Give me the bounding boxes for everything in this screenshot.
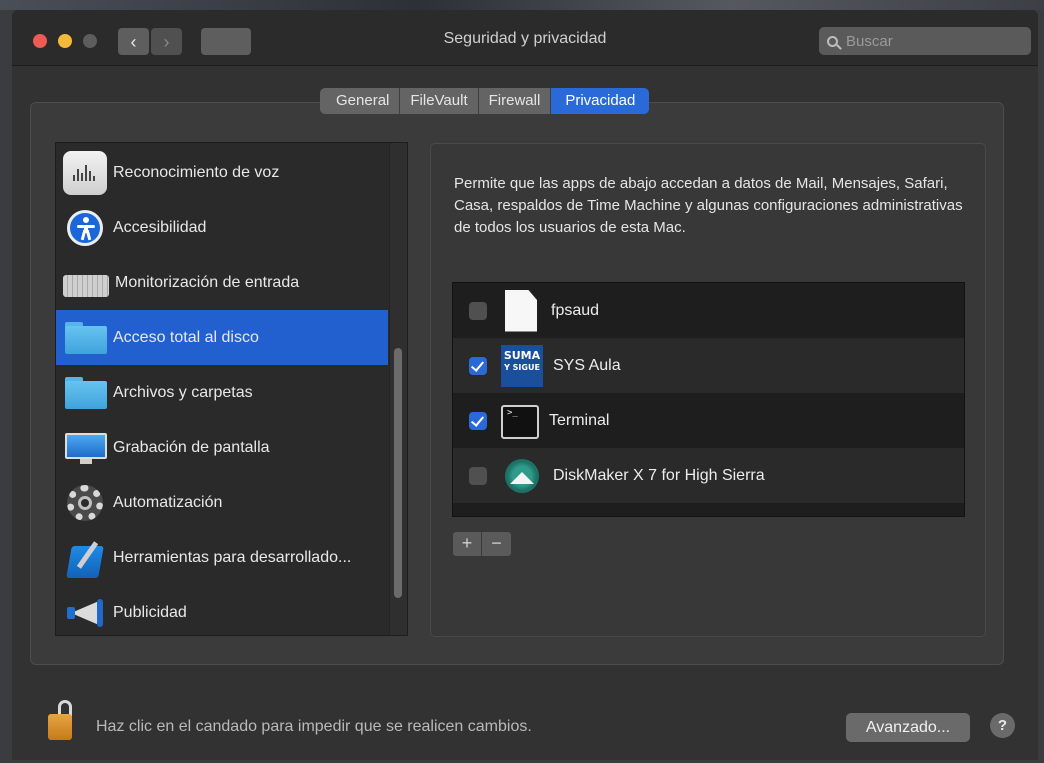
sidebar-item-label: Archivos y carpetas xyxy=(113,383,253,401)
add-remove-controls: + − xyxy=(453,532,511,556)
sidebar-item-label: Accesibilidad xyxy=(113,218,207,236)
search-icon xyxy=(827,35,838,47)
app-checkbox[interactable] xyxy=(469,466,487,485)
advanced-button[interactable]: Avanzado... xyxy=(846,713,970,742)
title-bar: ‹ › Seguridad y privacidad Buscar xyxy=(12,10,1038,66)
sidebar-item-label: Publicidad xyxy=(113,603,187,621)
help-button[interactable]: ? xyxy=(990,713,1015,738)
list-item[interactable]: DiskMaker X 7 for High Sierra xyxy=(453,448,964,503)
suma-icon-text: SUMA xyxy=(503,348,541,362)
add-app-button[interactable]: + xyxy=(453,532,482,556)
suma-icon-subtext: Y SIGUE xyxy=(504,362,540,372)
app-name: DiskMaker X 7 for High Sierra xyxy=(553,466,765,484)
app-name: Terminal xyxy=(549,411,610,429)
terminal-icon: >_ xyxy=(501,404,539,439)
app-checkbox[interactable] xyxy=(469,301,487,320)
accessibility-icon xyxy=(67,209,103,246)
monitor-icon xyxy=(63,426,107,470)
sidebar-item-acceso-total-al-disco[interactable]: Acceso total al disco xyxy=(56,310,388,365)
sidebar-item-label: Herramientas para desarrollado... xyxy=(113,548,352,566)
app-checkbox[interactable] xyxy=(469,356,487,375)
scrollbar-thumb[interactable] xyxy=(394,348,402,598)
app-list[interactable]: fpsaud SUMA Y SIGUE SYS Aula >_ Terminal… xyxy=(452,282,965,517)
sidebar-item-label: Reconocimiento de voz xyxy=(113,163,280,181)
sidebar-item-automatizacion[interactable]: Automatización xyxy=(56,475,388,530)
speech-waveform-icon xyxy=(63,150,107,195)
sidebar-item-monitorizacion-de-entrada[interactable]: Monitorización de entrada xyxy=(56,255,388,310)
lock-message: Haz clic en el candado para impedir que … xyxy=(96,718,532,735)
list-item[interactable]: >_ Terminal xyxy=(453,393,964,448)
list-item[interactable]: SUMA Y SIGUE SYS Aula xyxy=(453,338,964,393)
panel-description: Permite que las apps de abajo accedan a … xyxy=(454,175,963,236)
folder-icon xyxy=(63,316,107,360)
app-checkbox[interactable] xyxy=(469,411,487,430)
tab-bar: General FileVault Firewall Privacidad xyxy=(320,88,650,114)
sidebar-item-grabacion-de-pantalla[interactable]: Grabación de pantalla xyxy=(56,420,388,475)
desktop-background xyxy=(0,0,1044,10)
sidebar-item-label: Acceso total al disco xyxy=(113,328,259,346)
sidebar-item-publicidad[interactable]: Publicidad xyxy=(56,585,388,635)
tab-general[interactable]: General xyxy=(320,88,401,114)
document-icon xyxy=(505,289,537,332)
tab-filevault[interactable]: FileVault xyxy=(400,88,479,114)
megaphone-icon xyxy=(63,591,107,635)
sidebar-item-accesibilidad[interactable]: Accesibilidad xyxy=(56,200,388,255)
sidebar-item-label: Automatización xyxy=(113,493,223,511)
terminal-prompt: >_ xyxy=(507,407,518,418)
sidebar-item-archivos-y-carpetas[interactable]: Archivos y carpetas xyxy=(56,365,388,420)
keyboard-icon xyxy=(63,274,109,297)
remove-app-button[interactable]: − xyxy=(482,532,511,556)
sidebar-item-label: Monitorización de entrada xyxy=(115,273,300,291)
xcode-icon xyxy=(63,536,107,580)
app-name: SYS Aula xyxy=(553,356,621,374)
gear-icon xyxy=(63,481,107,525)
list-item[interactable]: fpsaud xyxy=(453,283,964,338)
folder-icon xyxy=(63,371,107,415)
search-field[interactable]: Buscar xyxy=(819,27,1031,55)
sidebar-item-herramientas-para-desarrolladores[interactable]: Herramientas para desarrollado... xyxy=(56,530,388,585)
search-placeholder: Buscar xyxy=(846,32,893,50)
privacy-category-list[interactable]: Reconocimiento de voz Accesibilidad Moni… xyxy=(55,142,408,636)
app-name: fpsaud xyxy=(551,301,600,319)
lock-icon[interactable] xyxy=(48,700,72,742)
sidebar-item-reconocimiento-de-voz[interactable]: Reconocimiento de voz xyxy=(56,145,388,200)
tab-firewall[interactable]: Firewall xyxy=(478,88,552,114)
diskmaker-icon xyxy=(505,458,539,493)
tab-privacidad[interactable]: Privacidad xyxy=(551,88,650,114)
sidebar-item-label: Grabación de pantalla xyxy=(113,438,270,456)
suma-app-icon: SUMA Y SIGUE xyxy=(501,344,543,387)
